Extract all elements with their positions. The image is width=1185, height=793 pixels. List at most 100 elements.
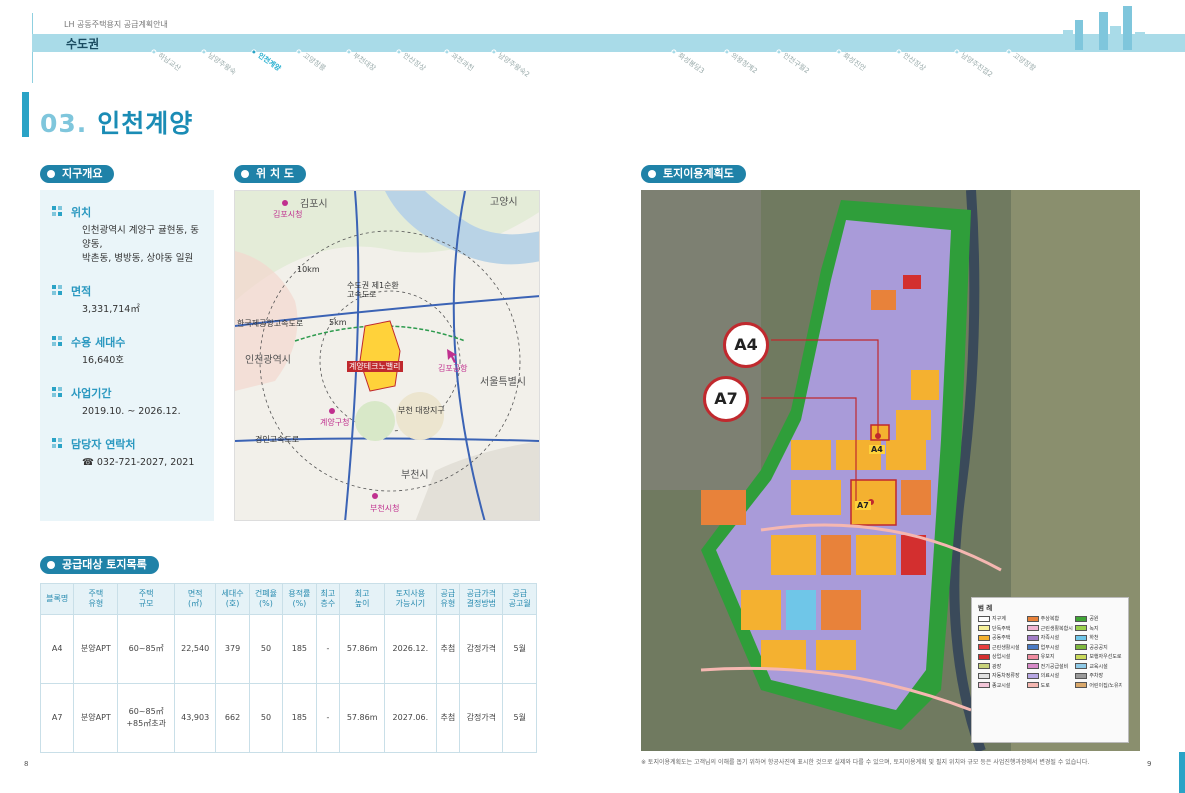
table-cell: 57.86m [339,683,386,753]
legend-label: 하천 [1089,635,1099,641]
page-number-right: 9 [1147,760,1152,768]
page-number-left: 8 [24,760,29,768]
nav-dot-icon [670,48,678,56]
legend-item: 주상복합 [1026,615,1074,622]
overview-label: 사업기간 [52,385,202,401]
table-cell: 57.86m [339,614,386,684]
nav-dot-icon [775,48,783,56]
map-label: 부천시청 [370,504,400,513]
table-cell: 5월 [502,614,537,684]
legend-label: 도로 [1040,682,1050,689]
legend-item: 유보지 [1026,653,1074,660]
table-cell: A4 [39,614,75,684]
table-cell: 50 [248,683,284,753]
legend-label: 종교시설 [992,682,1011,689]
table-header-cell: 공급가격 결정방법 [459,583,504,615]
table-cell: 감정가격 [459,683,504,753]
legend-item: 지구계 [978,615,1025,622]
legend-swatch [1075,644,1088,650]
nav-dot-icon [150,48,158,56]
table-cell: - [315,683,341,753]
map-label: 한국제공항고속도로 [237,319,304,328]
legend-swatch [1026,653,1039,660]
landuse-legend: 범 례 지구계 주상복합 공원단독주택 근린생활복합시설 녹지공동주택 자족시설 하천근린생… [971,597,1129,743]
legend-label: 보행자우선도로 [1089,654,1122,660]
page-edge-strip [1179,752,1185,793]
a4-map-tag: A4 [869,445,885,454]
table-header-cell: 건폐율 (%) [248,583,284,615]
legend-swatch [1075,663,1088,669]
map-label: 계양구청 [320,418,350,427]
table-header-cell: 면적 (㎡) [174,583,217,615]
overview-label: 담당자 연락처 [52,436,202,452]
region-title: 수도권 [66,37,100,51]
map-label: 수도권 제1순환 고속도로 [347,281,399,299]
table-header-cell: 용적률 (%) [282,583,317,615]
overview-value: 16,640호 [82,355,124,366]
legend-item: 주차장 [1075,672,1122,679]
table-cell: 2027.06. [384,683,437,753]
legend-label: 단독주택 [992,625,1011,632]
a4-callout: A4 [723,322,769,368]
map-label: 김포시 [300,199,328,210]
legend-label: 근린생활복합시설 [1040,625,1074,632]
legend-swatch [1026,615,1039,622]
nav-dot-icon [835,48,843,56]
legend-swatch [1026,644,1039,650]
legend-item: 교육시설 [1075,663,1122,670]
legend-label: 의료시설 [1040,673,1060,679]
table-cell: A7 [39,683,75,753]
legend-item: 자동차정류장 [978,672,1025,679]
table-cell: 추첨 [435,614,461,684]
supply-table: 블록명 주택 유형 주택 규모 면적 (㎡) 세대수 (호) 건폐율 (%) 용적률 (%)… [39,583,537,753]
legend-item: 종교시설 [978,682,1025,689]
header-subtitle: LH 공동주택용지 공급계획안내 [64,20,168,29]
legend-swatch [1075,682,1088,688]
table-header-cell: 최고 층수 [315,583,341,615]
table-header-cell: 공급 공고월 [502,583,537,615]
legend-swatch [978,672,990,679]
legend-label: 전기공급설비 [1040,663,1069,670]
legend-swatch [978,682,990,688]
location-pill: 위 치 도 [234,165,307,183]
nav-item-label: 인천구월2 [781,51,811,76]
nav-item-label: 과천과천 [449,51,476,73]
table-header-cell: 주택 규모 [117,583,176,615]
nav-dot-icon [490,48,498,56]
legend-swatch [1026,663,1039,669]
landuse-pill: 토지이용계획도 [641,165,746,183]
legend-grid: 지구계 주상복합 공원단독주택 근린생활복합시설 녹지공동주택 자족시설 하천근린생활시설 업… [978,615,1122,689]
map-label: 부천 대장지구 [398,406,445,415]
table-cell: 감정가격 [459,614,504,684]
nav-item-label: 남양주왕숙2 [496,51,532,79]
table-header-cell: 공급 유형 [435,583,461,615]
table-row: A7 분양APT 60~85㎡ +85㎡초과 43,903 662 50 185-57.86… [39,683,537,753]
nav-dot-icon [953,48,961,56]
nav-dot-icon [250,48,258,56]
overview-households: 수용 세대수 16,640호 [52,334,202,368]
table-row: A4 분양APT 60~85㎡ 22,540 379 50 185-57.86m 2026.1… [39,614,537,684]
legend-item: 하천 [1075,634,1122,641]
map-label: 김포공항 [438,364,468,373]
legend-swatch [978,663,990,669]
nav-dot-icon [1005,48,1013,56]
legend-swatch [978,653,990,660]
supply-pill: 공급대상 토지목록 [40,556,159,574]
legend-label: 업무시설 [1040,644,1060,651]
nav-dot-icon [395,48,403,56]
nav-dot-icon [895,48,903,56]
legend-item: 공공공지 [1075,644,1122,651]
nav-dot-icon [345,48,353,56]
legend-label: 상업시설 [992,654,1011,660]
footnote: ※ 토지이용계획도는 고객님의 이해를 돕기 위하여 항공사진에 표시한 것으로… [641,759,1090,766]
nav-item-label: 하남교산 [156,51,183,73]
table-cell: 2026.12. [384,614,437,684]
legend-label: 녹지 [1089,625,1099,632]
legend-title: 범 례 [978,604,993,612]
legend-label: 공원 [1089,616,1099,622]
legend-swatch [1075,625,1088,631]
legend-label: 어린이집/노유자시설 [1089,682,1122,689]
map-label: 서울특별시 [480,377,526,388]
map-label: 경인고속도로 [255,435,300,444]
legend-swatch [1026,625,1039,631]
